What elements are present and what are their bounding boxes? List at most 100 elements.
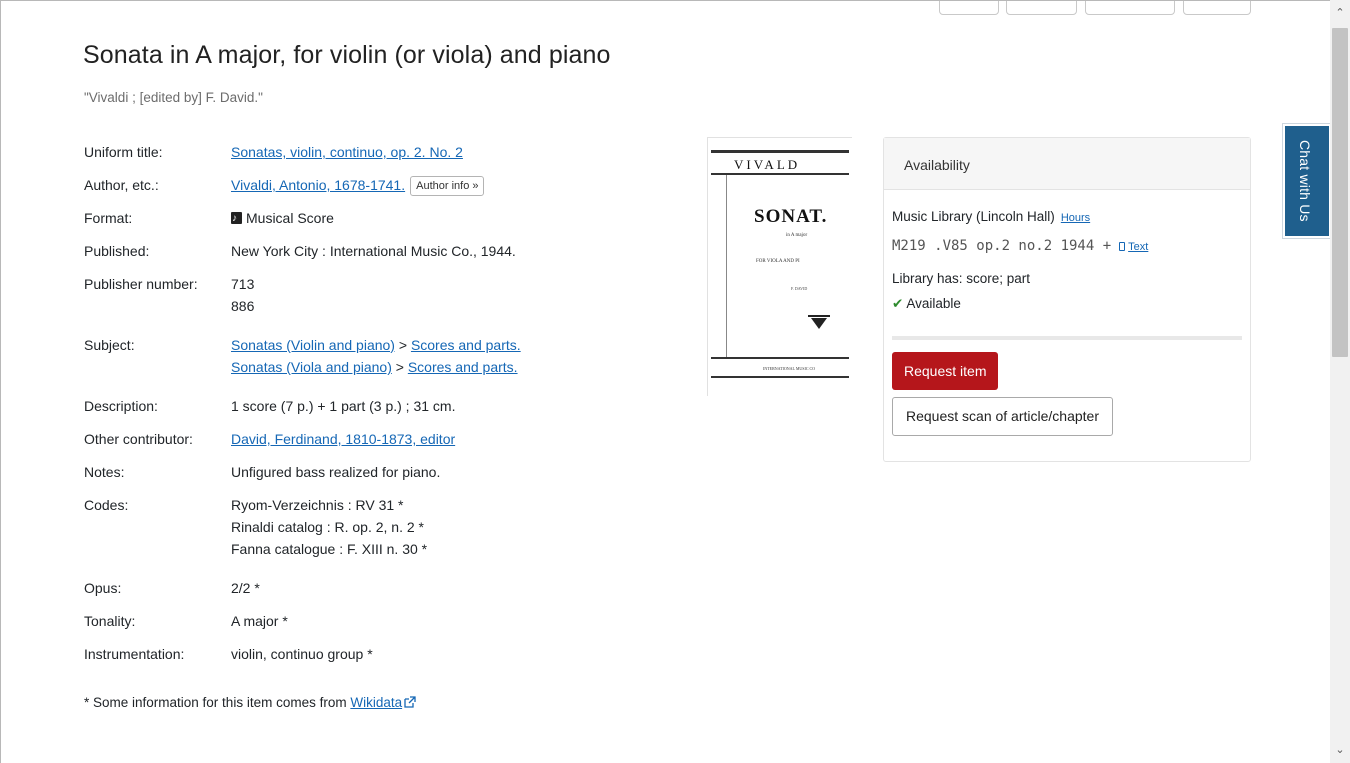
text-link[interactable]: Text xyxy=(1119,241,1148,253)
external-link-icon xyxy=(404,696,416,708)
field-link[interactable]: Sonatas (Viola and piano) xyxy=(231,359,392,375)
field-value-line: Rinaldi catalog : R. op. 2, n. 2 * xyxy=(231,516,427,538)
request-item-button[interactable]: Request item xyxy=(892,352,999,390)
field-label: Format: xyxy=(84,210,133,226)
musical-score-icon xyxy=(231,208,242,230)
scrollbar[interactable]: ⌃ ⌄ xyxy=(1330,0,1350,763)
library-holdings: Library has: score; part xyxy=(892,271,1031,286)
field-text: Fanna catalogue : F. XIII n. 30 * xyxy=(231,541,428,557)
call-number: M219 .V85 op.2 no.2 1944 + Text xyxy=(892,238,1148,254)
wikidata-link[interactable]: Wikidata xyxy=(350,695,402,710)
chat-with-us-tab[interactable]: Chat with Us xyxy=(1283,124,1330,238)
call-number-text: M219 .V85 op.2 no.2 1944 + xyxy=(892,238,1112,254)
field-label: Publisher number: xyxy=(84,276,198,292)
toolbar-button-4[interactable] xyxy=(1183,1,1251,15)
field-link[interactable]: David, Ferdinand, 1810-1873, editor xyxy=(231,431,455,447)
field-value: A major * xyxy=(231,610,288,632)
field-value-line: New York City : International Music Co.,… xyxy=(231,240,516,262)
field-value-line: 713 xyxy=(231,273,254,295)
field-link[interactable]: Sonatas (Violin and piano) xyxy=(231,337,395,353)
field-value-line: Ryom-Verzeichnis : RV 31 * xyxy=(231,494,427,516)
wikidata-note-text: * Some information for this item comes f… xyxy=(84,695,351,710)
field-value-line: Musical Score xyxy=(231,207,334,230)
cover-text-1: VIVALD xyxy=(734,157,800,172)
toolbar-icon xyxy=(863,0,877,1)
request-scan-button[interactable]: Request scan of article/chapter xyxy=(892,397,1113,436)
subject-subdivision-link[interactable]: Scores and parts. xyxy=(408,359,518,375)
cover-text-5: F. DAVID xyxy=(791,286,807,291)
status-text: Available xyxy=(906,296,961,311)
page-frame: Sonata in A major, for violin (or viola)… xyxy=(0,0,1330,763)
subject-separator: > xyxy=(391,359,408,375)
phone-icon xyxy=(1119,242,1126,251)
availability-panel: Availability Music Library (Lincoln Hall… xyxy=(883,137,1251,462)
chat-label: Chat with Us xyxy=(1297,140,1313,222)
field-text: 1 score (7 p.) + 1 part (3 p.) ; 31 cm. xyxy=(231,398,456,414)
field-text: Unfigured bass realized for piano. xyxy=(231,464,441,480)
field-value-line: Sonatas, violin, continuo, op. 2. No. 2 xyxy=(231,141,463,163)
field-link[interactable]: Sonatas, violin, continuo, op. 2. No. 2 xyxy=(231,144,463,160)
field-value-line: 886 xyxy=(231,295,254,317)
field-text: 713 xyxy=(231,276,255,292)
field-label: Tonality: xyxy=(84,613,136,629)
field-label: Published: xyxy=(84,243,150,259)
field-value: Vivaldi, Antonio, 1678-1741. Author info … xyxy=(231,174,485,196)
availability-status: ✔ Available xyxy=(892,296,961,312)
toolbar-button-2[interactable] xyxy=(1006,1,1077,15)
field-link[interactable]: Vivaldi, Antonio, 1678-1741. xyxy=(231,177,405,193)
check-icon: ✔ xyxy=(892,296,904,311)
library-location: Music Library (Lincoln Hall) Hours xyxy=(892,209,1090,224)
field-value: violin, continuo group * xyxy=(231,643,373,665)
scroll-down-icon[interactable]: ⌄ xyxy=(1330,740,1350,760)
field-value: Ryom-Verzeichnis : RV 31 * Rinaldi catalo… xyxy=(231,494,427,560)
field-value-line: Vivaldi, Antonio, 1678-1741. Author info … xyxy=(231,174,485,196)
field-value: 2/2 * xyxy=(231,577,260,599)
field-label: Description: xyxy=(84,398,158,414)
field-value-line: violin, continuo group * xyxy=(231,643,373,665)
field-label: Codes: xyxy=(84,497,129,513)
subject-subdivision-link[interactable]: Scores and parts. xyxy=(411,337,521,353)
wikidata-note: * Some information for this item comes f… xyxy=(84,695,416,710)
cover-text-6: INTERNATIONAL MUSIC CO xyxy=(763,366,815,371)
field-text: 2/2 * xyxy=(231,580,260,596)
field-value: Unfigured bass realized for piano. xyxy=(231,461,440,483)
divider xyxy=(892,336,1242,340)
field-text: 886 xyxy=(231,298,255,314)
field-value-line: Fanna catalogue : F. XIII n. 30 * xyxy=(231,538,427,560)
field-label: Uniform title: xyxy=(84,144,163,160)
subject-separator: > xyxy=(394,337,411,353)
field-value-line: 2/2 * xyxy=(231,577,260,599)
field-value: 1 score (7 p.) + 1 part (3 p.) ; 31 cm. xyxy=(231,395,455,417)
field-value-line: Sonatas (Violin and piano) > Scores and … xyxy=(231,334,521,356)
scrollbar-thumb[interactable] xyxy=(1332,28,1348,357)
field-label: Instrumentation: xyxy=(84,646,185,662)
text-link-label: Text xyxy=(1128,241,1149,253)
field-value: 713 886 xyxy=(231,273,254,317)
toolbar-button-3[interactable] xyxy=(1085,1,1175,15)
field-value: Sonatas, violin, continuo, op. 2. No. 2 xyxy=(231,141,463,163)
hours-link[interactable]: Hours xyxy=(1061,212,1090,224)
field-label: Other contributor: xyxy=(84,431,193,447)
toolbar-button-1[interactable] xyxy=(939,1,999,15)
field-text: Rinaldi catalog : R. op. 2, n. 2 * xyxy=(231,519,424,535)
cover-text-3: in A major xyxy=(786,233,807,238)
field-text: Musical Score xyxy=(246,210,334,226)
cover-image[interactable]: VIVALD SONAT. in A major FOR VIOLA AND P… xyxy=(707,137,853,397)
field-value-line: 1 score (7 p.) + 1 part (3 p.) ; 31 cm. xyxy=(231,395,455,417)
field-value-line: David, Ferdinand, 1810-1873, editor xyxy=(231,428,455,450)
field-text: violin, continuo group * xyxy=(231,646,373,662)
field-value: Musical Score xyxy=(231,207,334,230)
cover-text-2: SONAT. xyxy=(754,206,827,227)
field-value: New York City : International Music Co.,… xyxy=(231,240,516,262)
field-value-line: A major * xyxy=(231,610,288,632)
field-value-line: Sonatas (Viola and piano) > Scores and p… xyxy=(231,356,521,378)
field-value: David, Ferdinand, 1810-1873, editor xyxy=(231,428,455,450)
responsibility-statement: "Vivaldi ; [edited by] F. David." xyxy=(84,90,263,105)
scroll-up-icon[interactable]: ⌃ xyxy=(1330,3,1350,23)
author-info-button[interactable]: Author info » xyxy=(410,176,485,196)
field-label: Opus: xyxy=(84,580,122,596)
field-label: Subject: xyxy=(84,337,135,353)
field-text: Ryom-Verzeichnis : RV 31 * xyxy=(231,497,404,513)
field-label: Author, etc.: xyxy=(84,177,159,193)
library-name: Music Library (Lincoln Hall) xyxy=(892,209,1055,224)
